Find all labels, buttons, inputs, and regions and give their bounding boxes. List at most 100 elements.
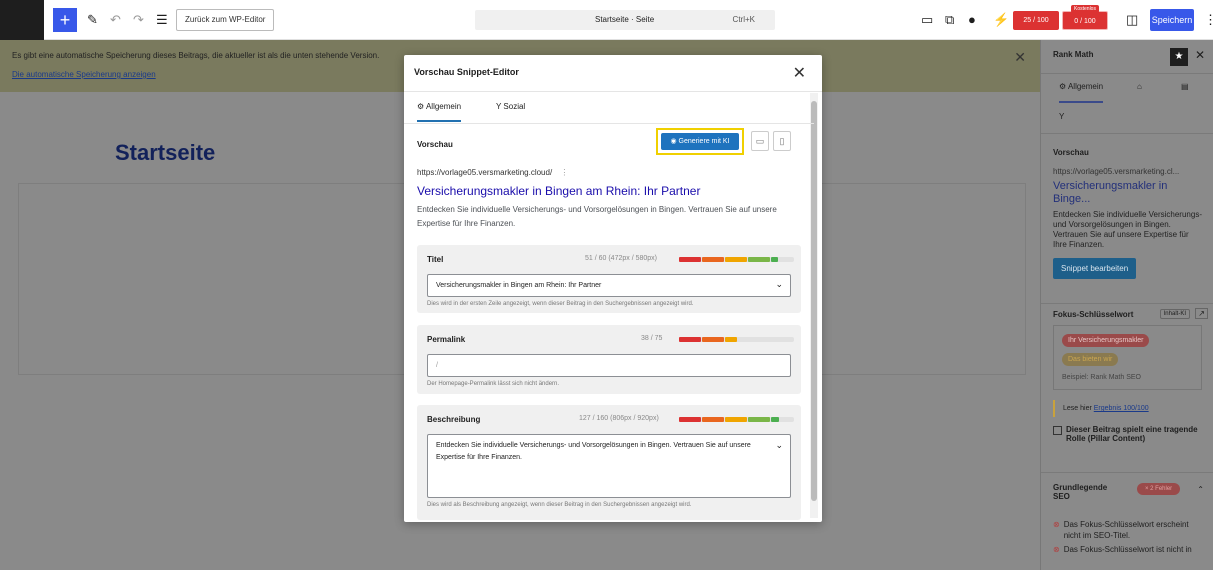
- description-count: 127 / 160 (806px / 920px): [579, 415, 659, 422]
- pen-icon[interactable]: ✎: [87, 10, 98, 30]
- ai-button-highlight: ◉ Generiere mit KI: [656, 128, 744, 155]
- preview-description: Entdecken Sie individuelle Versicherungs…: [417, 205, 777, 228]
- tab-general[interactable]: ⚙ Allgemein: [417, 102, 462, 122]
- keyword-tag[interactable]: Das bieten wir: [1062, 353, 1119, 366]
- error-icon: ⊗: [1053, 520, 1060, 529]
- permalink-help: Der Homepage-Permalink lässt sich nicht …: [427, 381, 560, 387]
- title-input-value: Versicherungsmakler in Bingen am Rhein: …: [436, 282, 602, 289]
- modal-title: Vorschau Snippet-Editor ✕: [404, 55, 822, 92]
- title-input[interactable]: Versicherungsmakler in Bingen am Rhein: …: [427, 274, 791, 297]
- error-icon: ⊗: [1053, 545, 1060, 554]
- ki-tag: Kostenlos: [1071, 5, 1099, 13]
- pillar-checkbox[interactable]: [1053, 426, 1062, 435]
- description-field-panel: Beschreibung 127 / 160 (806px / 920px) E…: [417, 405, 801, 520]
- external-link-icon[interactable]: ⧉: [945, 11, 954, 29]
- preview-title[interactable]: Versicherungsmakler in Bingen am Rhein: …: [417, 184, 700, 198]
- modal-title-text: Vorschau Snippet-Editor: [414, 67, 519, 77]
- permalink-input[interactable]: /: [427, 354, 791, 377]
- mobile-preview-icon[interactable]: ▯: [773, 131, 791, 151]
- check-item: ⊗ Das Fokus-Schlüsselwort erscheint nicht…: [1053, 519, 1202, 541]
- pillar-label: Dieser Beitrag spielt eine tragende Roll…: [1066, 425, 1198, 443]
- preview-url: https://vorlage05.versmarketing.cloud/ ⋮: [417, 168, 568, 177]
- permalink-length-bar: [679, 337, 794, 342]
- scroll-thumb[interactable]: [811, 101, 817, 501]
- description-length-bar: [679, 417, 794, 422]
- tab-label: Sozial: [503, 102, 526, 111]
- document-icon[interactable]: ▤: [1181, 82, 1189, 91]
- check-text: Das Fokus-Schlüsselwort erscheint nicht …: [1063, 520, 1189, 540]
- more-options-icon[interactable]: ⋮: [1204, 11, 1213, 29]
- command-palette[interactable]: Startseite · Seite Ctrl+K: [475, 10, 775, 30]
- generate-ai-button[interactable]: ◉ Generiere mit KI: [661, 133, 739, 150]
- editor-toolbar: + ✎ ↶ ↷ ☰ Zurück zum WP-Editor Startseit…: [0, 0, 1213, 40]
- tab-label: Allgemein: [425, 102, 462, 111]
- ai-button-label: Generiere mit KI: [678, 138, 730, 145]
- title-count: 51 / 60 (472px / 580px): [585, 255, 657, 262]
- edit-snippet-button[interactable]: Snippet bearbeiten: [1053, 258, 1137, 279]
- tab-social[interactable]: Y Sozial: [496, 102, 525, 111]
- ki-score-badge[interactable]: Kostenlos 0 / 100: [1062, 5, 1108, 30]
- snippet-editor-modal: Vorschau Snippet-Editor ✕ ⚙ Allgemein Y …: [404, 55, 822, 522]
- bolt-icon[interactable]: ⚡: [993, 11, 1009, 29]
- description-value: Entdecken Sie individuelle Versicherungs…: [436, 442, 751, 461]
- chevron-up-icon[interactable]: ⌃: [1197, 485, 1204, 494]
- command-title: Startseite · Seite: [595, 15, 655, 24]
- title-field-panel: Titel 51 / 60 (472px / 580px) Versicheru…: [417, 245, 801, 313]
- preview-url-text: https://vorlage05.versmarketing.cloud/: [417, 168, 553, 177]
- rank-math-sidebar: Rank Math ★ ✕ ⚙ Allgemein ⌂ ▤ Y Vorschau…: [1040, 40, 1213, 570]
- title-length-bar: [679, 257, 794, 262]
- check-text: Das Fokus-Schlüsselwort ist nicht in: [1063, 545, 1192, 554]
- keyword-placeholder: Beispiel: Rank Math SEO: [1062, 374, 1141, 381]
- result-link[interactable]: Ergebnis 100/100: [1094, 405, 1149, 412]
- close-icon[interactable]: ✕: [1014, 50, 1026, 65]
- more-vertical-icon: ⋮: [560, 168, 569, 177]
- desktop-preview-icon[interactable]: ▭: [751, 131, 769, 151]
- preview-label: Vorschau: [417, 140, 453, 149]
- wordpress-logo-icon[interactable]: [0, 0, 44, 40]
- preview-label: Vorschau: [1053, 148, 1089, 157]
- modal-tabs: ⚙ Allgemein Y Sozial: [404, 92, 814, 124]
- page-title[interactable]: Startseite: [115, 140, 215, 166]
- keyword-box[interactable]: Ihr Versicherungsmakler Das bieten wir B…: [1053, 325, 1202, 390]
- save-button[interactable]: Speichern: [1150, 9, 1194, 31]
- pillar-option[interactable]: Dieser Beitrag spielt eine tragende Roll…: [1053, 425, 1202, 443]
- briefcase-icon[interactable]: ⌂: [1137, 82, 1142, 91]
- preview-description: Entdecken Sie individuelle Versicherungs…: [1053, 210, 1202, 249]
- seo-score-badge[interactable]: 25 / 100: [1013, 11, 1059, 30]
- trend-icon[interactable]: ↗: [1195, 308, 1208, 319]
- add-block-button[interactable]: +: [53, 8, 77, 32]
- back-to-wp-editor-button[interactable]: Zurück zum WP-Editor: [176, 9, 275, 31]
- permalink-field-panel: Permalink 38 / 75 / Der Homepage-Permali…: [417, 325, 801, 394]
- sidebar-preview: Vorschau https://vorlage05.versmarketing…: [1041, 148, 1213, 279]
- plugin-circle-icon[interactable]: ●: [968, 11, 976, 29]
- focus-keyword-section: Fokus-Schlüsselwort Inhalt-KI ↗ Ihr Vers…: [1041, 303, 1213, 443]
- description-textarea[interactable]: Entdecken Sie individuelle Versicherungs…: [427, 434, 791, 498]
- content-ki-button[interactable]: Inhalt-KI: [1159, 309, 1190, 319]
- chevron-down-icon[interactable]: ⌄: [775, 439, 783, 451]
- close-icon[interactable]: ✕: [1195, 48, 1205, 62]
- sidebar-tabs: ⚙ Allgemein ⌂ ▤ Y: [1041, 74, 1213, 134]
- basic-seo-label: Grundlegende SEO: [1053, 483, 1108, 501]
- tab-label: Allgemein: [1067, 82, 1104, 91]
- star-icon[interactable]: ★: [1170, 48, 1188, 66]
- permalink-count: 38 / 75: [641, 335, 663, 342]
- modal-scrollbar[interactable]: [810, 93, 818, 518]
- basic-seo-section[interactable]: Grundlegende SEO × 2 Fehler ⌃ ⊗ Das Fokus…: [1041, 472, 1213, 554]
- desktop-view-icon[interactable]: ▭: [921, 11, 933, 29]
- chevron-down-icon[interactable]: ⌄: [775, 279, 783, 290]
- preview-url: https://vorlage05.versmarketing.cl...: [1053, 167, 1180, 176]
- close-icon[interactable]: ✕: [793, 63, 806, 83]
- keyword-tag[interactable]: Ihr Versicherungsmakler: [1062, 334, 1150, 347]
- ki-score-value: 0 / 100: [1074, 18, 1096, 25]
- sidebar-tab-general[interactable]: ⚙ Allgemein: [1059, 82, 1104, 103]
- list-view-icon[interactable]: ☰: [156, 10, 168, 30]
- check-item: ⊗ Das Fokus-Schlüsselwort ist nicht in: [1053, 545, 1202, 554]
- errors-badge: × 2 Fehler: [1137, 483, 1181, 495]
- sidebar-toggle-icon[interactable]: ◫: [1126, 11, 1138, 29]
- title-help: Dies wird in der ersten Zeile angezeigt,…: [427, 301, 694, 307]
- undo-icon[interactable]: ↶: [110, 10, 121, 30]
- social-icon[interactable]: Y: [1059, 112, 1064, 121]
- result-text: Lese hier: [1063, 405, 1092, 412]
- redo-icon[interactable]: ↷: [133, 10, 144, 30]
- result-note: Lese hier Ergebnis 100/100: [1053, 400, 1202, 417]
